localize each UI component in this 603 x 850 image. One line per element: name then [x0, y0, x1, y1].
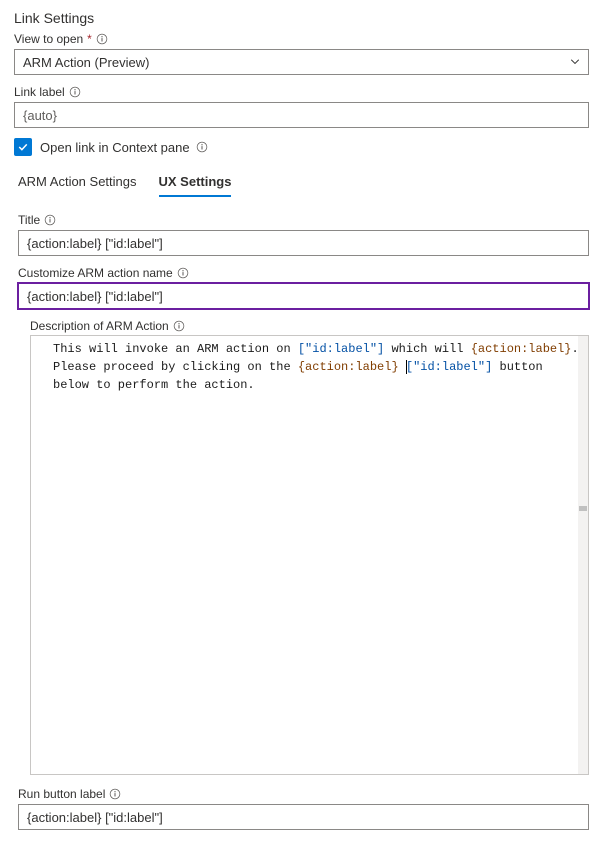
token-id: ["id:label"] — [406, 360, 492, 374]
info-icon[interactable] — [69, 86, 81, 98]
label-text: Link label — [14, 85, 65, 99]
info-icon[interactable] — [96, 33, 108, 45]
title-label: Title — [18, 213, 589, 227]
label-text: Run button label — [18, 787, 105, 801]
tab-ux-settings[interactable]: UX Settings — [159, 174, 232, 197]
info-icon[interactable] — [173, 320, 185, 332]
customize-name-label: Customize ARM action name — [18, 266, 589, 280]
info-icon[interactable] — [177, 267, 189, 279]
run-button-label-input[interactable] — [18, 804, 589, 830]
info-icon[interactable] — [44, 214, 56, 226]
label-text: Description of ARM Action — [30, 319, 169, 333]
ux-settings-panel: Title Customize ARM action name Descript… — [14, 213, 589, 830]
label-text: Title — [18, 213, 40, 227]
overview-ruler-mark — [579, 506, 587, 511]
description-label: Description of ARM Action — [30, 319, 589, 333]
link-label-field: Link label — [14, 85, 589, 128]
view-to-open-label: View to open * — [14, 32, 589, 46]
title-input[interactable] — [18, 230, 589, 256]
text-run: This will invoke an ARM action on — [53, 342, 298, 356]
label-text: Open link in Context pane — [40, 140, 190, 155]
view-to-open-select[interactable]: ARM Action (Preview) — [14, 49, 589, 75]
context-pane-row: Open link in Context pane — [14, 138, 589, 156]
customize-name-input[interactable] — [18, 283, 589, 309]
title-field: Title — [18, 213, 589, 256]
tabs: ARM Action Settings UX Settings — [14, 174, 589, 197]
info-icon[interactable] — [109, 788, 121, 800]
view-to-open-field: View to open * ARM Action (Preview) — [14, 32, 589, 75]
token-action: {action:label} — [471, 342, 572, 356]
label-text: View to open — [14, 32, 83, 46]
description-editor[interactable]: This will invoke an ARM action on ["id:l… — [30, 335, 589, 775]
text-run — [399, 360, 406, 374]
token-action: {action:label} — [298, 360, 399, 374]
context-pane-label: Open link in Context pane — [40, 140, 208, 155]
token-id: ["id:label"] — [298, 342, 384, 356]
info-icon[interactable] — [196, 141, 208, 153]
text-run: which will — [384, 342, 470, 356]
link-label-label: Link label — [14, 85, 589, 99]
customize-name-field: Customize ARM action name — [18, 266, 589, 309]
tab-arm-action-settings[interactable]: ARM Action Settings — [18, 174, 137, 197]
label-text: Customize ARM action name — [18, 266, 173, 280]
link-label-input[interactable] — [14, 102, 589, 128]
context-pane-checkbox[interactable] — [14, 138, 32, 156]
page-title: Link Settings — [14, 10, 589, 26]
select-value: ARM Action (Preview) — [23, 55, 149, 70]
editor-content: This will invoke an ARM action on ["id:l… — [53, 340, 582, 394]
editor-scrollbar[interactable] — [578, 336, 588, 774]
run-button-label-label: Run button label — [18, 787, 589, 801]
required-asterisk: * — [87, 32, 92, 46]
